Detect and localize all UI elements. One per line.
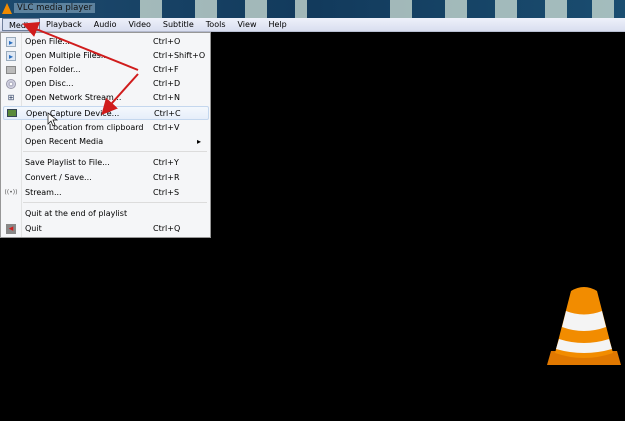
arrow-to-capture-device xyxy=(101,73,139,115)
vlc-cone-logo-icon xyxy=(547,287,621,365)
annotation-arrows xyxy=(22,22,139,127)
mouse-cursor-icon xyxy=(47,112,59,127)
arrow-to-media-menu xyxy=(22,22,139,71)
